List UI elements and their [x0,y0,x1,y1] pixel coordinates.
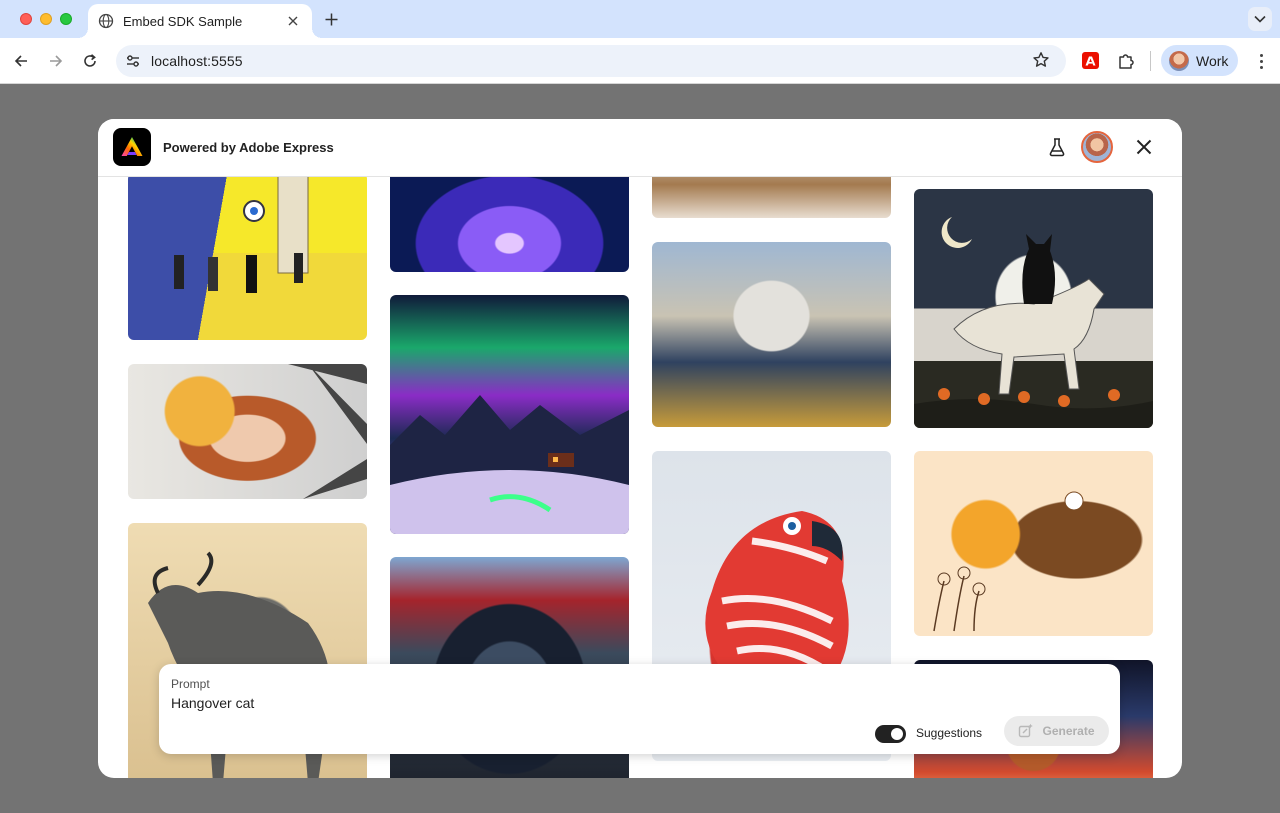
site-info-icon[interactable] [124,52,142,70]
gallery-image-red-haired-woman[interactable] [128,364,367,499]
close-window-button[interactable] [20,13,32,25]
user-avatar[interactable] [1081,131,1113,163]
prompt-label: Prompt [171,677,210,691]
prompt-panel: Prompt Suggestions Generate [159,664,1120,754]
minimize-window-button[interactable] [40,13,52,25]
modal-header: Powered by Adobe Express [98,119,1182,177]
gallery-image-glowing-lotus[interactable] [390,177,629,272]
new-tab-button[interactable] [320,8,342,30]
gallery-image-tiger[interactable] [652,177,891,218]
browser-menu-icon[interactable] [1251,50,1271,72]
gallery-image-cat-on-horse[interactable] [914,189,1153,428]
express-modal: Powered by Adobe Express Prompt Hangover… [98,119,1182,778]
address-bar[interactable]: localhost:5555 [116,45,1066,77]
gallery-image-marble-statue[interactable] [652,242,891,427]
address-url: localhost:5555 [151,53,243,69]
toggle-knob [891,728,903,740]
bookmark-star-icon[interactable] [1032,51,1052,71]
modal-title: Powered by Adobe Express [163,140,334,155]
gallery-image-aurora[interactable] [390,295,629,534]
generate-button[interactable]: Generate [1004,716,1109,746]
generate-label: Generate [1042,724,1095,738]
generate-icon [1019,723,1034,738]
reload-icon [84,54,96,67]
adobe-express-logo [113,128,151,166]
forward-button[interactable] [44,49,68,73]
arrow-left-icon [14,55,27,67]
arrow-right-icon [50,55,63,67]
toolbar-divider [1150,51,1151,71]
close-icon[interactable] [1133,136,1155,158]
extensions-puzzle-icon[interactable] [1116,51,1136,71]
prompt-input[interactable] [171,693,771,713]
profile-avatar [1169,50,1189,71]
zoom-window-button[interactable] [60,13,72,25]
browser-tab-strip: Embed SDK Sample [0,0,1280,38]
gallery-image-woman-with-sun[interactable] [914,451,1153,636]
suggestions-toggle[interactable] [875,725,906,743]
back-button[interactable] [9,49,33,73]
gallery-image-door-with-eye[interactable] [128,177,367,340]
tab-search-button[interactable] [1248,7,1272,31]
reload-button[interactable] [78,49,102,73]
adobe-extension-icon[interactable] [1082,52,1099,69]
globe-icon [98,13,114,29]
profile-label: Work [1196,52,1229,69]
tab-title: Embed SDK Sample [123,13,243,29]
tab-close-icon[interactable] [284,12,302,30]
browser-tab[interactable]: Embed SDK Sample [78,4,322,38]
flask-icon[interactable] [1046,136,1068,158]
profile-button[interactable]: Work [1161,45,1238,76]
chevron-down-icon [1254,15,1266,23]
suggestions-label: Suggestions [916,726,983,740]
